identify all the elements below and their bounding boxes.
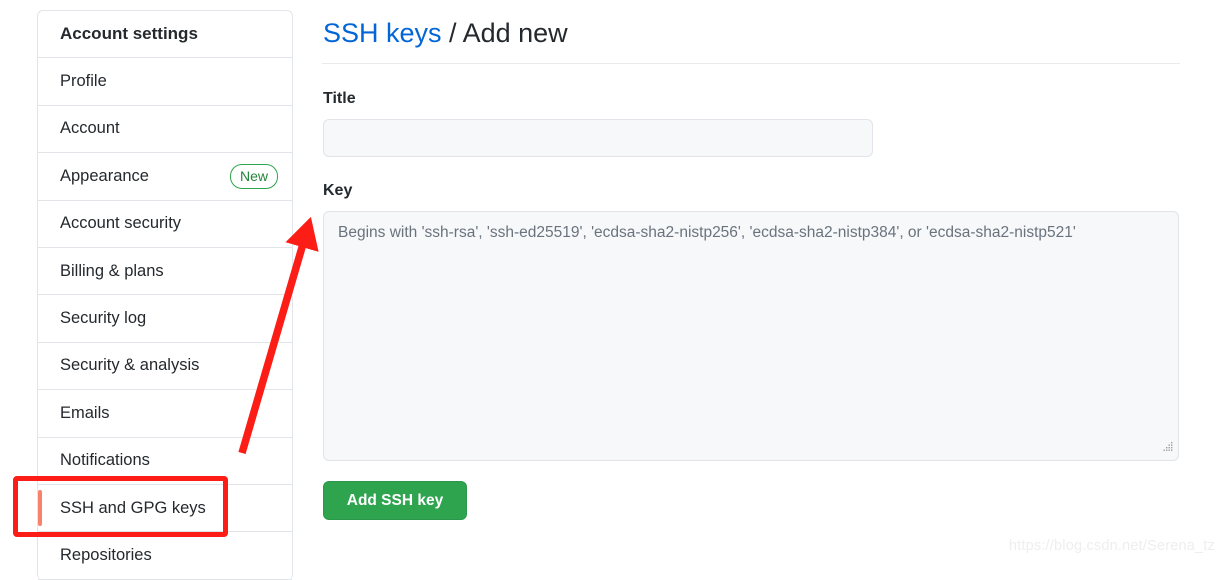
sidebar-item-label: Appearance [60,166,149,185]
sidebar-header-label: Account settings [60,24,198,44]
sidebar-item-ssh-and-gpg-keys[interactable]: SSH and GPG keys [38,485,292,533]
page-title: SSH keys / Add new [323,16,568,51]
sidebar-item-notifications[interactable]: Notifications [38,438,292,485]
key-field-label: Key [323,182,353,199]
sidebar-item-label: Security log [60,309,147,328]
sidebar-item-label: Profile [60,72,107,91]
heading-divider [322,63,1180,64]
sidebar-item-repositories[interactable]: Repositories [38,532,292,580]
sidebar-item-emails[interactable]: Emails [38,390,292,438]
sidebar-item-billing-and-plans[interactable]: Billing & plans [38,248,292,296]
main-content: SSH keys / Add new Title Key Add SSH key [322,0,1202,564]
key-input[interactable] [323,211,1179,461]
sidebar-item-profile[interactable]: Profile [38,58,292,106]
sidebar-item-security-and-analysis[interactable]: Security & analysis [38,343,292,391]
add-ssh-key-button[interactable]: Add SSH key [323,481,467,520]
sidebar-item-label: SSH and GPG keys [60,498,206,517]
new-badge: New [229,163,278,189]
title-field-label: Title [323,90,356,107]
breadcrumb-separator: / [441,18,463,48]
sidebar-item-label: Account [60,119,120,138]
sidebar-item-label: Security & analysis [60,356,200,375]
ssh-keys-breadcrumb-link[interactable]: SSH keys [323,18,442,48]
title-input[interactable] [323,119,873,157]
sidebar-item-security-log[interactable]: Security log [38,295,292,343]
sidebar-item-appearance[interactable]: Appearance New [38,153,292,201]
watermark: https://blog.csdn.net/Serena_tz [1008,538,1215,554]
account-settings-sidebar: Account settings Profile Account Appeara… [37,10,293,580]
sidebar-item-label: Repositories [60,545,152,564]
page-title-current: Add new [462,18,568,48]
sidebar-item-label: Emails [60,403,110,422]
sidebar-item-account[interactable]: Account [38,106,292,154]
sidebar-item-account-security[interactable]: Account security [38,201,292,248]
sidebar-item-label: Account security [60,214,182,233]
sidebar-item-label: Billing & plans [60,261,164,280]
sidebar-item-label: Notifications [60,451,150,470]
sidebar-header: Account settings [38,11,292,59]
